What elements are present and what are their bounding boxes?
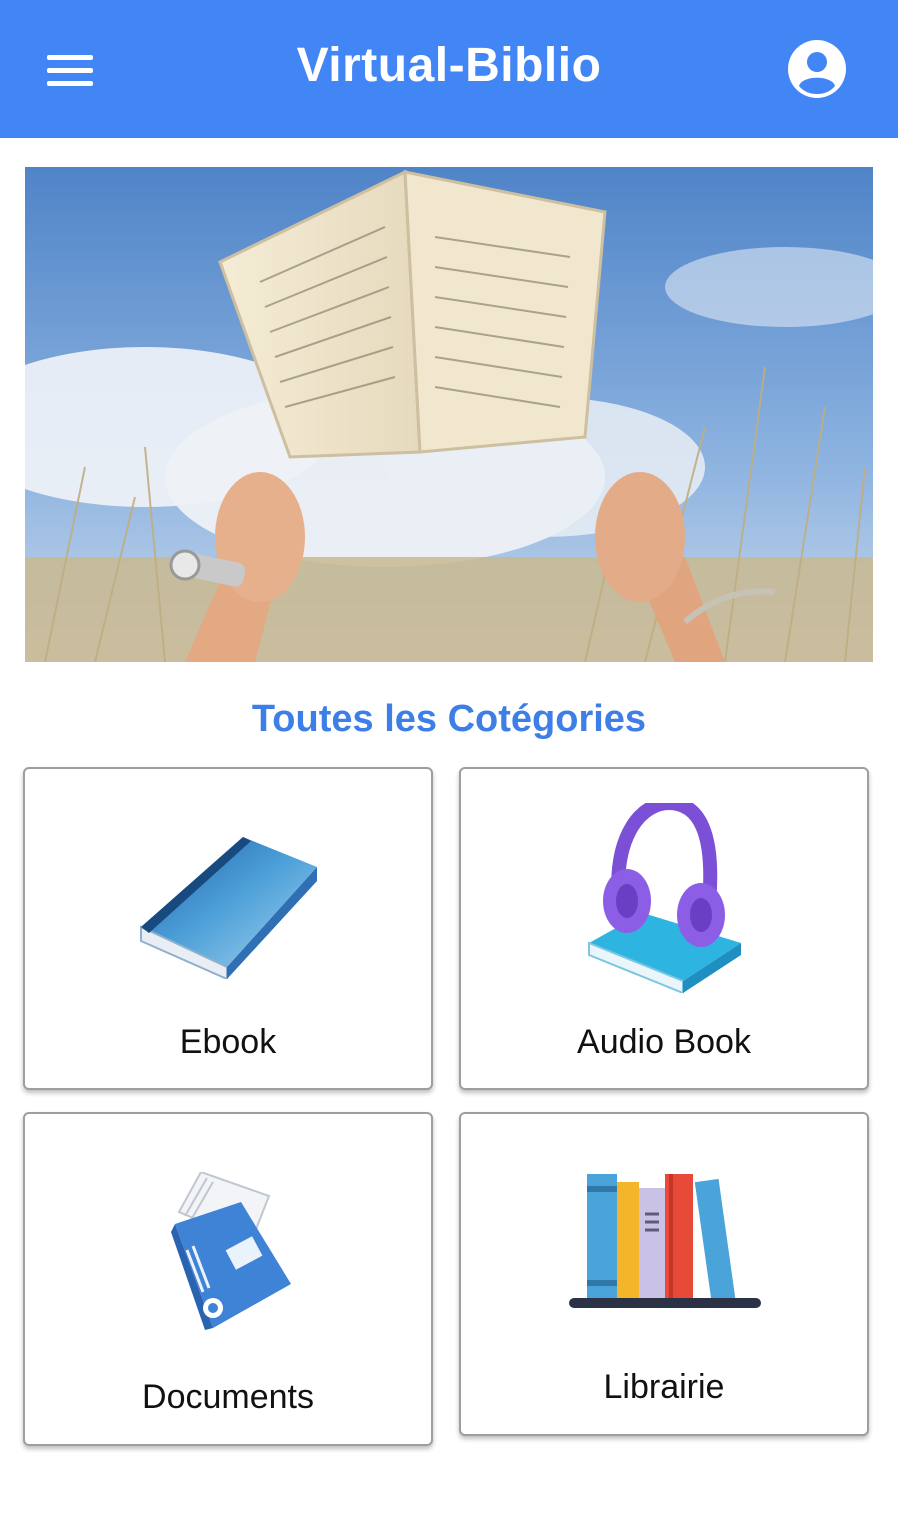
category-label-librairie: Librairie	[603, 1368, 725, 1406]
category-label-documents: Documents	[142, 1378, 314, 1416]
binder-book-icon	[171, 1172, 291, 1330]
app-title: Virtual-Biblio	[296, 39, 602, 92]
app-bar: Virtual-Biblio	[0, 0, 898, 138]
category-card-librairie[interactable]: Librairie	[459, 1112, 869, 1436]
categories-title: Toutes les Cotégories	[251, 698, 647, 740]
category-card-audio-book[interactable]: Audio Book	[459, 767, 869, 1090]
category-card-ebook[interactable]: Ebook	[23, 767, 433, 1090]
category-label-ebook: Ebook	[179, 1023, 277, 1061]
account-circle-icon[interactable]	[786, 38, 848, 100]
hero-image	[25, 167, 873, 662]
bookshelf-icon	[569, 1174, 761, 1308]
headphones-on-book-icon	[588, 803, 741, 993]
category-card-documents[interactable]: Documents	[23, 1112, 433, 1446]
category-label-audio-book: Audio Book	[577, 1023, 751, 1061]
ebook-icon	[140, 837, 317, 979]
